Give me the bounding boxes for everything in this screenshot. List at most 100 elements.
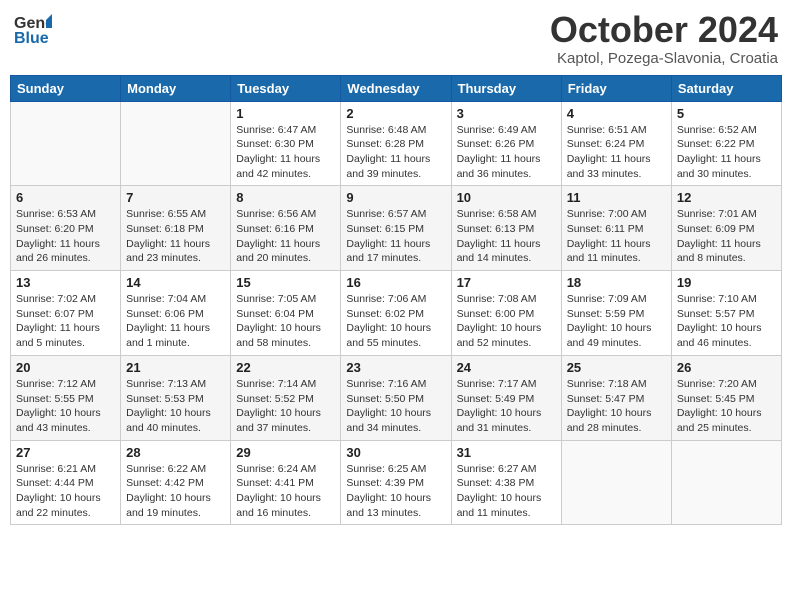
calendar-cell-2-5: 18 Sunrise: 7:09 AM Sunset: 5:59 PM Dayli… <box>561 271 671 356</box>
calendar-cell-3-4: 24 Sunrise: 7:17 AM Sunset: 5:49 PM Dayli… <box>451 355 561 440</box>
logo: General Blue <box>14 10 52 53</box>
cell-day-number: 29 <box>236 445 335 460</box>
calendar-week-4: 20Sunrise: 7:12 AM Sunset: 5:55 PM Dayli… <box>11 355 782 440</box>
col-saturday: Saturday <box>671 75 781 101</box>
cell-info: Sunrise: 7:04 AM Sunset: 6:06 PM Dayligh… <box>126 292 225 351</box>
cell-info: Sunrise: 7:10 AM Sunset: 5:57 PM Dayligh… <box>677 292 776 351</box>
calendar-cell-2-1: 14 Sunrise: 7:04 AM Sunset: 6:06 PM Dayli… <box>121 271 231 356</box>
cell-info: Sunrise: 7:14 AM Sunset: 5:52 PM Dayligh… <box>236 377 335 436</box>
cell-info: Sunrise: 7:16 AM Sunset: 5:50 PM Dayligh… <box>346 377 445 436</box>
cell-day-number: 9 <box>346 190 445 205</box>
calendar-cell-3-1: 21Sunrise: 7:13 AM Sunset: 5:53 PM Dayli… <box>121 355 231 440</box>
calendar-table: Sunday Monday Tuesday Wednesday Thursday… <box>10 75 782 526</box>
calendar-cell-4-1: 28 Sunrise: 6:22 AM Sunset: 4:42 PM Dayli… <box>121 440 231 525</box>
cell-info: Sunrise: 6:24 AM Sunset: 4:41 PM Dayligh… <box>236 462 335 521</box>
cell-day-number: 6 <box>16 190 115 205</box>
calendar-cell-0-0 <box>11 101 121 186</box>
cell-day-number: 8 <box>236 190 335 205</box>
col-thursday: Thursday <box>451 75 561 101</box>
cell-info: Sunrise: 7:17 AM Sunset: 5:49 PM Dayligh… <box>457 377 556 436</box>
calendar-cell-1-0: 6 Sunrise: 6:53 AM Sunset: 6:20 PM Daylig… <box>11 186 121 271</box>
calendar-cell-0-5: 4 Sunrise: 6:51 AM Sunset: 6:24 PM Daylig… <box>561 101 671 186</box>
cell-info: Sunrise: 6:51 AM Sunset: 6:24 PM Dayligh… <box>567 123 666 182</box>
cell-day-number: 31 <box>457 445 556 460</box>
location-title: Kaptol, Pozega-Slavonia, Croatia <box>550 50 778 67</box>
cell-info: Sunrise: 7:05 AM Sunset: 6:04 PM Dayligh… <box>236 292 335 351</box>
cell-info: Sunrise: 7:01 AM Sunset: 6:09 PM Dayligh… <box>677 207 776 266</box>
cell-day-number: 13 <box>16 275 115 290</box>
calendar-cell-1-1: 7Sunrise: 6:55 AM Sunset: 6:18 PM Daylig… <box>121 186 231 271</box>
cell-day-number: 15 <box>236 275 335 290</box>
cell-info: Sunrise: 7:20 AM Sunset: 5:45 PM Dayligh… <box>677 377 776 436</box>
cell-day-number: 17 <box>457 275 556 290</box>
calendar-cell-3-2: 22 Sunrise: 7:14 AM Sunset: 5:52 PM Dayli… <box>231 355 341 440</box>
cell-info: Sunrise: 6:49 AM Sunset: 6:26 PM Dayligh… <box>457 123 556 182</box>
cell-day-number: 25 <box>567 360 666 375</box>
cell-day-number: 1 <box>236 106 335 121</box>
cell-info: Sunrise: 6:21 AM Sunset: 4:44 PM Dayligh… <box>16 462 115 521</box>
cell-day-number: 11 <box>567 190 666 205</box>
col-tuesday: Tuesday <box>231 75 341 101</box>
col-friday: Friday <box>561 75 671 101</box>
calendar-cell-1-2: 8 Sunrise: 6:56 AM Sunset: 6:16 PM Daylig… <box>231 186 341 271</box>
calendar-week-1: 1 Sunrise: 6:47 AM Sunset: 6:30 PM Daylig… <box>11 101 782 186</box>
cell-day-number: 18 <box>567 275 666 290</box>
cell-day-number: 3 <box>457 106 556 121</box>
cell-info: Sunrise: 7:09 AM Sunset: 5:59 PM Dayligh… <box>567 292 666 351</box>
cell-day-number: 28 <box>126 445 225 460</box>
cell-day-number: 30 <box>346 445 445 460</box>
cell-info: Sunrise: 7:18 AM Sunset: 5:47 PM Dayligh… <box>567 377 666 436</box>
cell-info: Sunrise: 7:13 AM Sunset: 5:53 PM Dayligh… <box>126 377 225 436</box>
calendar-cell-0-1 <box>121 101 231 186</box>
svg-text:Blue: Blue <box>14 30 49 47</box>
col-monday: Monday <box>121 75 231 101</box>
cell-day-number: 10 <box>457 190 556 205</box>
cell-info: Sunrise: 6:27 AM Sunset: 4:38 PM Dayligh… <box>457 462 556 521</box>
cell-day-number: 26 <box>677 360 776 375</box>
logo-icon: General Blue <box>14 10 52 48</box>
cell-day-number: 24 <box>457 360 556 375</box>
cell-info: Sunrise: 6:55 AM Sunset: 6:18 PM Dayligh… <box>126 207 225 266</box>
title-block: October 2024 Kaptol, Pozega-Slavonia, Cr… <box>550 10 778 67</box>
cell-info: Sunrise: 7:08 AM Sunset: 6:00 PM Dayligh… <box>457 292 556 351</box>
cell-info: Sunrise: 7:02 AM Sunset: 6:07 PM Dayligh… <box>16 292 115 351</box>
cell-info: Sunrise: 6:57 AM Sunset: 6:15 PM Dayligh… <box>346 207 445 266</box>
calendar-week-5: 27Sunrise: 6:21 AM Sunset: 4:44 PM Dayli… <box>11 440 782 525</box>
cell-info: Sunrise: 7:12 AM Sunset: 5:55 PM Dayligh… <box>16 377 115 436</box>
calendar-cell-4-4: 31 Sunrise: 6:27 AM Sunset: 4:38 PM Dayli… <box>451 440 561 525</box>
logo-image: General Blue <box>14 10 52 53</box>
calendar-cell-3-6: 26 Sunrise: 7:20 AM Sunset: 5:45 PM Dayli… <box>671 355 781 440</box>
cell-info: Sunrise: 7:06 AM Sunset: 6:02 PM Dayligh… <box>346 292 445 351</box>
calendar-cell-4-3: 30Sunrise: 6:25 AM Sunset: 4:39 PM Dayli… <box>341 440 451 525</box>
calendar-cell-2-3: 16Sunrise: 7:06 AM Sunset: 6:02 PM Dayli… <box>341 271 451 356</box>
cell-day-number: 22 <box>236 360 335 375</box>
cell-day-number: 14 <box>126 275 225 290</box>
cell-info: Sunrise: 6:22 AM Sunset: 4:42 PM Dayligh… <box>126 462 225 521</box>
cell-day-number: 4 <box>567 106 666 121</box>
cell-day-number: 5 <box>677 106 776 121</box>
calendar-cell-1-4: 10Sunrise: 6:58 AM Sunset: 6:13 PM Dayli… <box>451 186 561 271</box>
col-sunday: Sunday <box>11 75 121 101</box>
calendar-cell-3-0: 20Sunrise: 7:12 AM Sunset: 5:55 PM Dayli… <box>11 355 121 440</box>
calendar-cell-0-3: 2Sunrise: 6:48 AM Sunset: 6:28 PM Daylig… <box>341 101 451 186</box>
cell-info: Sunrise: 6:56 AM Sunset: 6:16 PM Dayligh… <box>236 207 335 266</box>
calendar-week-2: 6 Sunrise: 6:53 AM Sunset: 6:20 PM Daylig… <box>11 186 782 271</box>
cell-info: Sunrise: 6:47 AM Sunset: 6:30 PM Dayligh… <box>236 123 335 182</box>
calendar-cell-4-5 <box>561 440 671 525</box>
calendar-cell-1-6: 12Sunrise: 7:01 AM Sunset: 6:09 PM Dayli… <box>671 186 781 271</box>
cell-day-number: 19 <box>677 275 776 290</box>
calendar-cell-4-0: 27Sunrise: 6:21 AM Sunset: 4:44 PM Dayli… <box>11 440 121 525</box>
cell-day-number: 23 <box>346 360 445 375</box>
calendar-cell-0-2: 1 Sunrise: 6:47 AM Sunset: 6:30 PM Daylig… <box>231 101 341 186</box>
calendar-cell-2-4: 17 Sunrise: 7:08 AM Sunset: 6:00 PM Dayli… <box>451 271 561 356</box>
col-wednesday: Wednesday <box>341 75 451 101</box>
calendar-cell-4-2: 29 Sunrise: 6:24 AM Sunset: 4:41 PM Dayli… <box>231 440 341 525</box>
calendar-cell-0-6: 5Sunrise: 6:52 AM Sunset: 6:22 PM Daylig… <box>671 101 781 186</box>
cell-info: Sunrise: 6:53 AM Sunset: 6:20 PM Dayligh… <box>16 207 115 266</box>
cell-day-number: 2 <box>346 106 445 121</box>
month-title: October 2024 <box>550 10 778 50</box>
cell-info: Sunrise: 7:00 AM Sunset: 6:11 PM Dayligh… <box>567 207 666 266</box>
calendar-cell-0-4: 3 Sunrise: 6:49 AM Sunset: 6:26 PM Daylig… <box>451 101 561 186</box>
calendar-cell-2-0: 13 Sunrise: 7:02 AM Sunset: 6:07 PM Dayli… <box>11 271 121 356</box>
calendar-cell-1-5: 11 Sunrise: 7:00 AM Sunset: 6:11 PM Dayli… <box>561 186 671 271</box>
